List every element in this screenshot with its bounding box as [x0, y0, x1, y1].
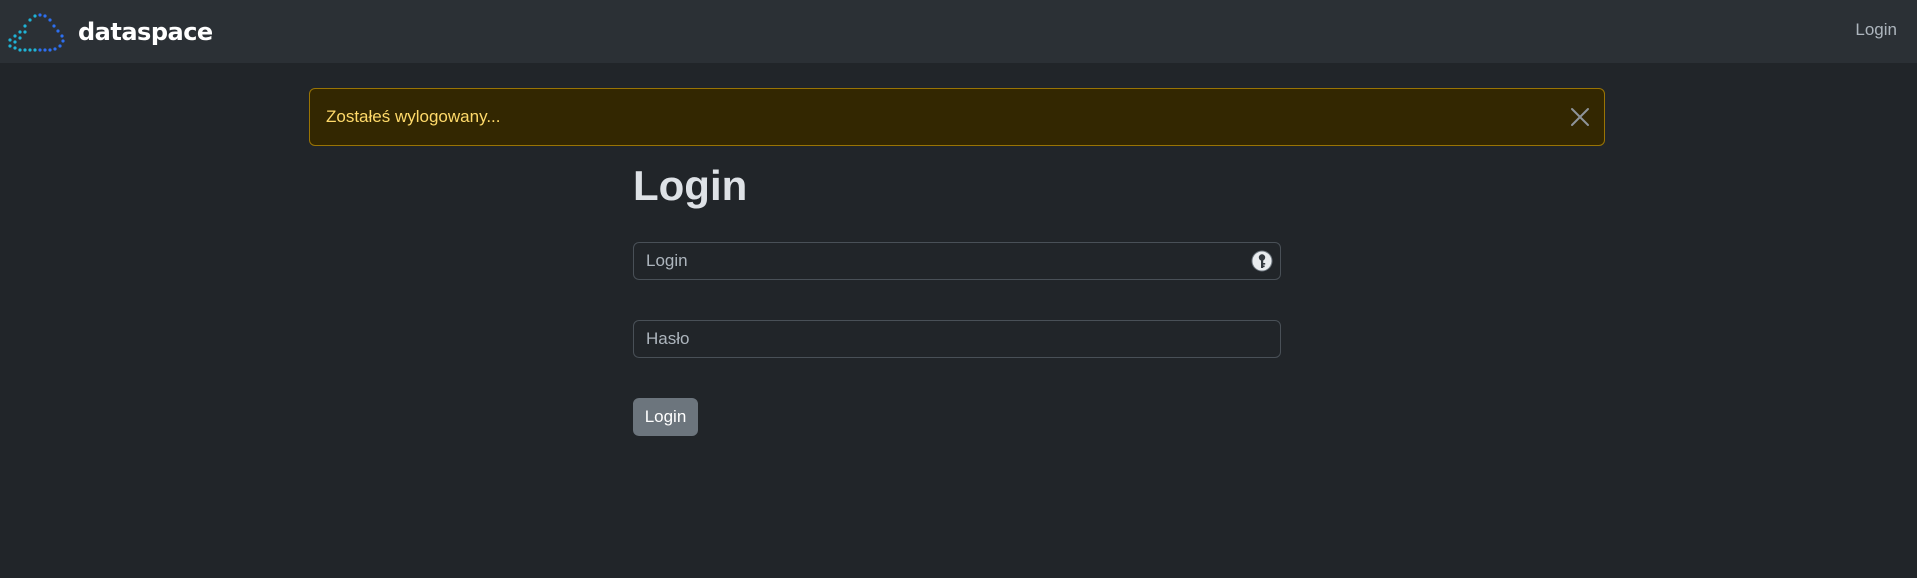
password-input[interactable] [633, 320, 1281, 358]
close-icon[interactable] [1570, 107, 1590, 127]
top-navbar: dataspace Login [0, 0, 1917, 63]
alert-message: Zostałeś wylogowany... [326, 107, 501, 126]
key-icon[interactable] [1251, 250, 1273, 272]
nav-login-link[interactable]: Login [1855, 20, 1897, 40]
login-input[interactable] [633, 242, 1281, 280]
page-title: Login [633, 162, 748, 209]
cloud-dots-icon [8, 13, 65, 52]
logout-alert: Zostałeś wylogowany... [309, 88, 1605, 146]
login-submit-button[interactable]: Login [633, 398, 698, 436]
brand-logo-link[interactable]: dataspace [8, 12, 213, 52]
brand-name: dataspace [78, 18, 213, 46]
